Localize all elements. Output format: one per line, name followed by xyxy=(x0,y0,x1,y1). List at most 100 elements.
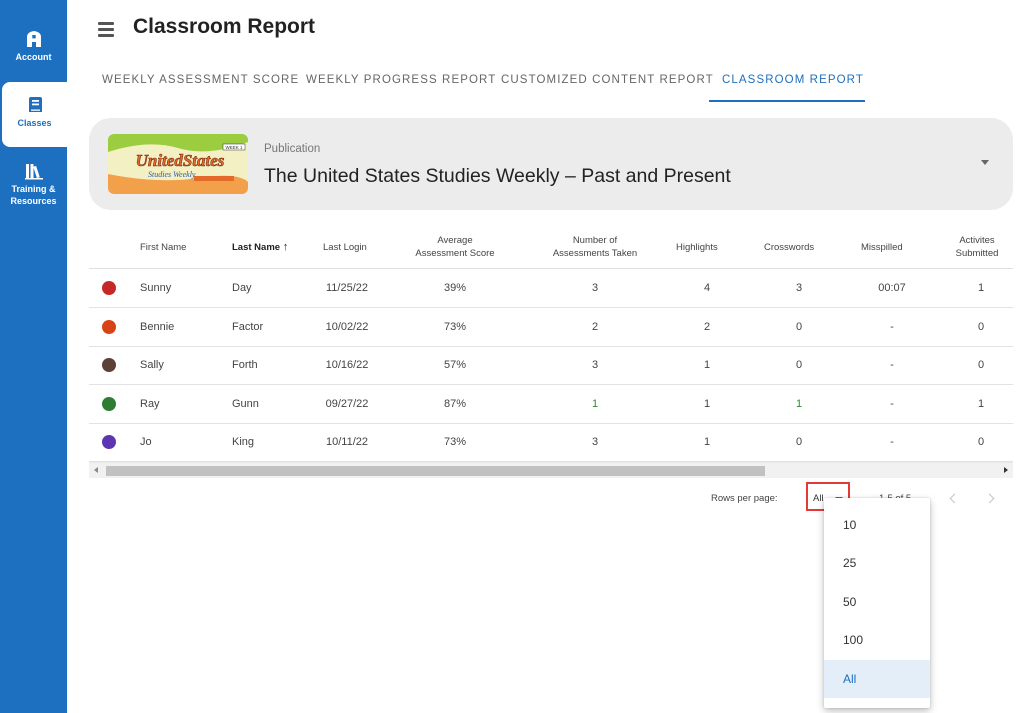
menu-option-10[interactable]: 10 xyxy=(824,506,930,544)
column-average-score[interactable]: Average Assessment Score xyxy=(407,234,503,260)
rows-per-page-label: Rows per page: xyxy=(711,493,778,504)
next-page-icon[interactable] xyxy=(984,493,995,504)
avatar xyxy=(102,281,116,295)
cell-last-login: 10/02/22 xyxy=(325,321,369,333)
cell-activities: 1 xyxy=(977,398,985,410)
cell-assessments-taken: 3 xyxy=(591,282,599,294)
horizontal-scrollbar[interactable] xyxy=(89,462,1013,478)
menu-option-100[interactable]: 100 xyxy=(824,621,930,659)
active-tab-indicator xyxy=(709,100,865,102)
avatar xyxy=(102,320,116,334)
cell-misspilled: - xyxy=(890,398,894,410)
sidebar-item-account[interactable]: Account xyxy=(0,30,67,63)
cell-assessments-taken: 3 xyxy=(591,436,599,448)
cell-last-name: Day xyxy=(232,282,252,294)
cell-activities: 0 xyxy=(977,359,985,371)
cell-misspilled: 00:07 xyxy=(878,282,906,294)
sidebar-item-label: Classes xyxy=(17,118,52,128)
cell-first-name: Jo xyxy=(140,436,152,448)
rows-per-page-value: All xyxy=(813,493,824,504)
column-average-score-line2: Assessment Score xyxy=(415,248,495,259)
column-misspilled[interactable]: Misspilled xyxy=(861,241,903,254)
publication-label: Publication xyxy=(264,143,321,155)
sidebar-item-training[interactable]: Training & Resources xyxy=(0,162,67,207)
column-average-score-line1: Average xyxy=(437,235,473,246)
main-content: Classroom Report WEEKLY ASSESSMENT SCORE… xyxy=(67,0,1019,713)
cell-last-login: 10/11/22 xyxy=(325,436,368,448)
cell-crosswords: 1 xyxy=(795,398,803,410)
cell-crosswords: 3 xyxy=(795,282,803,294)
menu-option-50[interactable]: 50 xyxy=(824,583,930,621)
column-last-name-label: Last Name xyxy=(232,242,281,253)
cell-average-score: 87% xyxy=(443,398,467,410)
cell-misspilled: - xyxy=(890,359,894,371)
cell-assessments-taken: 1 xyxy=(591,398,599,410)
column-highlights[interactable]: Highlights xyxy=(676,241,718,254)
column-activities-line1: Activites xyxy=(959,235,995,246)
tab-weekly-progress-report[interactable]: WEEKLY PROGRESS REPORT xyxy=(306,74,496,86)
column-activities-submitted[interactable]: Activites Submitted xyxy=(941,234,1013,260)
scroll-right-icon[interactable] xyxy=(1004,467,1008,473)
book-icon xyxy=(28,97,42,112)
cell-last-name: Factor xyxy=(232,321,264,333)
cell-highlights: 2 xyxy=(703,321,711,333)
cell-last-login: 11/25/22 xyxy=(325,282,368,294)
table-row[interactable]: Sunny Day 11/25/22 39% 3 4 3 00:07 1 xyxy=(89,269,1013,308)
table-header: First Name Last Name ↑ Last Login Averag… xyxy=(89,225,1013,269)
cell-average-score: 57% xyxy=(443,359,467,371)
cell-first-name: Bennie xyxy=(140,321,175,333)
table-row[interactable]: Ray Gunn 09/27/22 87% 1 1 1 - 1 xyxy=(89,385,1013,424)
avatar xyxy=(102,435,116,449)
cell-assessments-taken: 3 xyxy=(591,359,599,371)
avatar xyxy=(102,358,116,372)
classroom-report-table: First Name Last Name ↑ Last Login Averag… xyxy=(89,225,1013,481)
cell-last-name: King xyxy=(232,436,255,448)
svg-text:Studies Weekly: Studies Weekly xyxy=(148,170,196,179)
cell-crosswords: 0 xyxy=(795,436,803,448)
column-assessments-taken[interactable]: Number of Assessments Taken xyxy=(537,234,653,260)
publication-selector[interactable]: WEEK 1 UnitedStates Studies Weekly Publi… xyxy=(89,118,1013,210)
sidebar-item-classes[interactable]: Classes xyxy=(2,82,67,147)
cell-activities: 0 xyxy=(977,436,985,448)
column-first-name[interactable]: First Name xyxy=(140,241,186,254)
page-title: Classroom Report xyxy=(133,15,316,38)
cell-last-name: Forth xyxy=(232,359,258,371)
cell-activities: 1 xyxy=(977,282,985,294)
cell-last-name: Gunn xyxy=(232,398,259,410)
rows-per-page-menu: 10 25 50 100 All xyxy=(824,498,930,708)
svg-text:WEEK 1: WEEK 1 xyxy=(225,145,243,150)
table-row[interactable]: Jo King 10/11/22 73% 3 1 0 - 0 xyxy=(89,423,1013,462)
previous-page-icon[interactable] xyxy=(949,493,960,504)
cell-first-name: Sunny xyxy=(140,282,172,294)
sidebar: Account Classes Training & Resources xyxy=(0,0,67,713)
column-crosswords[interactable]: Crosswords xyxy=(764,241,814,254)
column-activities-line2: Submitted xyxy=(955,248,999,259)
publication-title: The United States Studies Weekly – Past … xyxy=(264,165,731,187)
cell-assessments-taken: 2 xyxy=(591,321,599,333)
cell-crosswords: 0 xyxy=(795,321,803,333)
column-last-login[interactable]: Last Login xyxy=(323,241,367,254)
scroll-left-icon[interactable] xyxy=(94,467,98,473)
cell-misspilled: - xyxy=(890,436,894,448)
column-last-name[interactable]: Last Name ↑ xyxy=(232,241,288,254)
cell-last-login: 10/16/22 xyxy=(325,359,369,371)
svg-text:UnitedStates: UnitedStates xyxy=(136,151,225,170)
table-row[interactable]: Bennie Factor 10/02/22 73% 2 2 0 - 0 xyxy=(89,308,1013,347)
menu-icon[interactable] xyxy=(98,22,114,37)
tab-weekly-assessment-score[interactable]: WEEKLY ASSESSMENT SCORE xyxy=(102,74,299,86)
sidebar-item-label: Account xyxy=(15,52,52,62)
menu-option-all[interactable]: All xyxy=(824,660,930,698)
chevron-down-icon[interactable] xyxy=(981,160,989,165)
tab-classroom-report[interactable]: CLASSROOM REPORT xyxy=(722,74,864,86)
sort-ascending-icon: ↑ xyxy=(282,241,289,253)
library-icon xyxy=(24,164,43,180)
cell-average-score: 73% xyxy=(443,321,467,333)
avatar xyxy=(102,397,116,411)
table-row[interactable]: Sally Forth 10/16/22 57% 3 1 0 - 0 xyxy=(89,346,1013,385)
account-icon xyxy=(26,31,41,47)
menu-option-25[interactable]: 25 xyxy=(824,544,930,582)
scrollbar-thumb[interactable] xyxy=(106,466,765,476)
tab-customized-content-report[interactable]: CUSTOMIZED CONTENT REPORT xyxy=(501,74,714,86)
cell-highlights: 1 xyxy=(703,359,711,371)
publication-thumbnail: WEEK 1 UnitedStates Studies Weekly xyxy=(108,134,248,194)
